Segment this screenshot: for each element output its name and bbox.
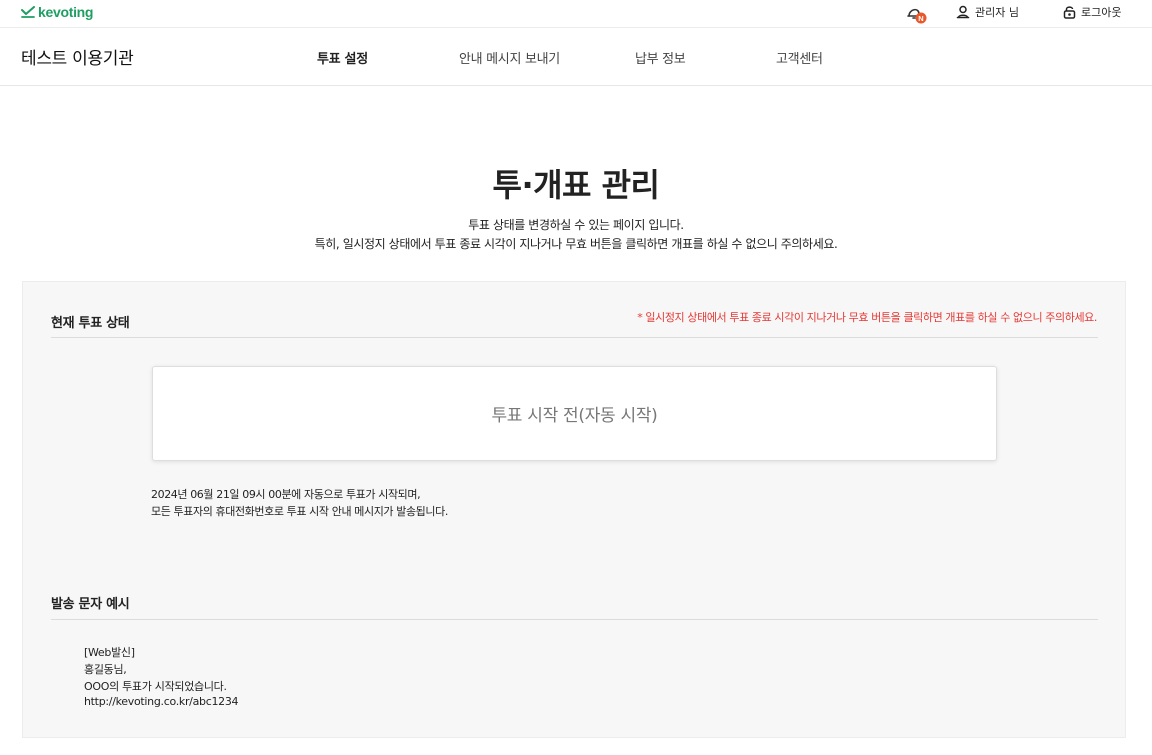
- user-icon: [956, 5, 970, 19]
- page-title: 투·개표 관리: [492, 166, 661, 204]
- sample-message-line: 홍길동님,: [84, 663, 127, 676]
- logout-button[interactable]: 로그아웃: [1063, 4, 1121, 20]
- auto-start-notice: 모든 투표자의 휴대전화번호로 투표 시작 안내 메시지가 발송됩니다.: [151, 505, 448, 518]
- section-divider: [51, 337, 1098, 338]
- auto-start-info: 2024년 06월 21일 09시 00분에 자동으로 투표가 시작되며,: [151, 488, 421, 501]
- nav-payment-info[interactable]: 납부 정보: [635, 48, 686, 67]
- admin-label: 관리자 님: [975, 6, 1019, 19]
- top-utility-bar: kevoting N 관리자 님 로그아웃: [0, 0, 1152, 28]
- admin-menu[interactable]: 관리자 님: [956, 4, 1019, 20]
- vote-status-panel: 현재 투표 상태 * 일시정지 상태에서 투표 종료 시각이 지나거나 무효 버…: [22, 281, 1126, 738]
- logo-text: kevoting: [38, 4, 94, 20]
- kevoting-logo[interactable]: kevoting: [21, 4, 93, 20]
- sample-message-link: http://kevoting.co.kr/abc1234: [84, 695, 239, 708]
- lock-icon: [1063, 6, 1076, 19]
- notification-button[interactable]: N: [906, 4, 928, 24]
- notification-icon: N: [907, 8, 927, 24]
- sample-message-heading: 발송 문자 예시: [51, 597, 130, 612]
- logo-mark-icon: [21, 6, 35, 18]
- page-warning-description: 특히, 일시정지 상태에서 투표 종료 시각이 지나거나 무효 버튼을 클릭하면…: [314, 237, 838, 251]
- nav-customer-center[interactable]: 고객센터: [776, 48, 823, 67]
- logout-label: 로그아웃: [1081, 6, 1122, 19]
- main-navigation: 테스트 이용기관 투표 설정 안내 메시지 보내기 납부 정보 고객센터: [0, 29, 1152, 86]
- vote-status-text: 투표 시작 전(자동 시작): [491, 406, 658, 426]
- section-divider: [51, 619, 1098, 620]
- current-status-heading: 현재 투표 상태: [51, 316, 130, 331]
- status-warning: * 일시정지 상태에서 투표 종료 시각이 지나거나 무효 버튼을 클릭하면 개…: [637, 311, 1097, 324]
- vote-status-card: 투표 시작 전(자동 시작): [152, 366, 997, 461]
- page-description: 투표 상태를 변경하실 수 있는 페이지 입니다.: [468, 218, 684, 232]
- nav-send-notice[interactable]: 안내 메시지 보내기: [459, 48, 560, 67]
- sample-message-line: OOO의 투표가 시작되었습니다.: [84, 680, 227, 693]
- sample-message-line: [Web발신]: [84, 646, 135, 659]
- notification-badge: N: [918, 14, 923, 23]
- nav-vote-settings[interactable]: 투표 설정: [317, 48, 368, 67]
- organization-name: 테스트 이용기관: [21, 49, 134, 69]
